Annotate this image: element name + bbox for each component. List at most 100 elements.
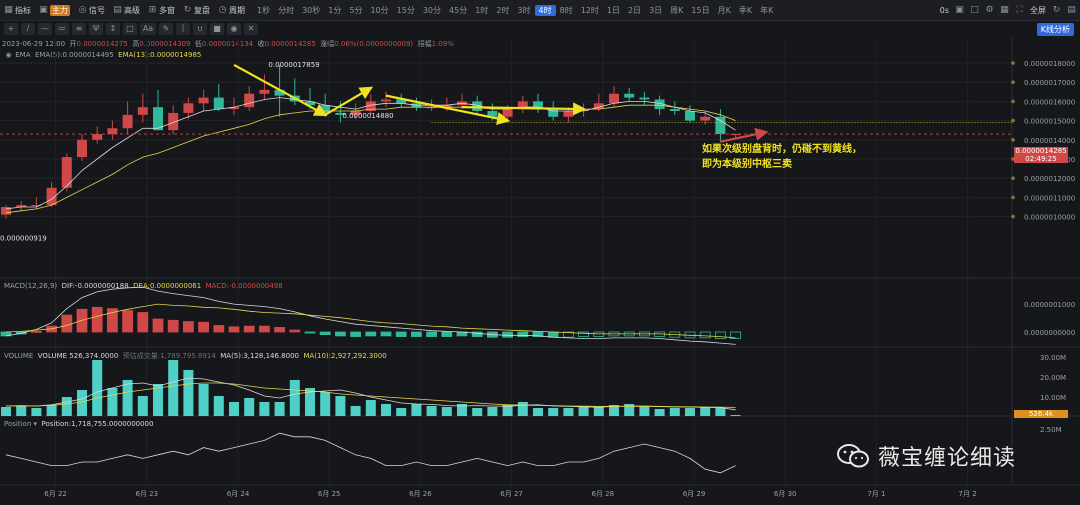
volume-bar bbox=[578, 407, 589, 416]
volume-bar bbox=[335, 396, 346, 416]
candle-body bbox=[381, 99, 391, 102]
volume-bar bbox=[669, 408, 680, 416]
macd-bar bbox=[274, 327, 286, 333]
macd-panel bbox=[0, 286, 741, 345]
macd-bar bbox=[137, 312, 149, 333]
volume-tick-label: 30.00M bbox=[1040, 354, 1066, 362]
position-label: Position bbox=[4, 420, 32, 428]
candle-body bbox=[122, 114, 133, 129]
macd-bar bbox=[502, 331, 514, 338]
price-tick-dot bbox=[1011, 195, 1015, 200]
price-tick-label: 0.0000017000 bbox=[1024, 79, 1075, 87]
macd-bar bbox=[61, 314, 73, 333]
volume-bar bbox=[517, 402, 528, 416]
volume-bar bbox=[411, 404, 422, 416]
volume-bar bbox=[472, 408, 483, 416]
macd-bar bbox=[30, 330, 42, 333]
candle-body bbox=[609, 93, 619, 104]
volume-bar bbox=[654, 409, 665, 416]
volume-panel bbox=[1, 360, 741, 416]
date-tick-label: 6月 22 bbox=[44, 490, 67, 498]
macd-bar bbox=[365, 331, 377, 337]
candle-body bbox=[77, 139, 87, 158]
volume-label: VOLUME bbox=[4, 352, 34, 360]
volume-bar bbox=[92, 360, 103, 416]
macd-legend: MACD(12,26,9) DIF:-0.0000000188 DEA:0.00… bbox=[4, 282, 283, 290]
price-tick-dot bbox=[1011, 118, 1015, 123]
macd-bar bbox=[350, 331, 362, 337]
volume-ma10: MA(10):2,927,292.3000 bbox=[303, 352, 387, 360]
volume-bar bbox=[320, 392, 331, 416]
volume-bar bbox=[639, 406, 650, 416]
axis-labels: 0.0000018000 0.0000017000 0.0000016000 0.00… bbox=[44, 60, 1075, 498]
position-panel bbox=[5, 432, 736, 474]
macd-tick-label: 0.0000000000 bbox=[1024, 329, 1075, 337]
volume-bar bbox=[274, 402, 285, 416]
note-line-1: 如果次级别盘背时，仍碰不到黄线， bbox=[702, 142, 862, 155]
volume-bar bbox=[350, 406, 361, 416]
wechat-logo-icon bbox=[837, 444, 869, 468]
volume-bar bbox=[198, 384, 209, 416]
date-tick-label: 7月 2 bbox=[959, 490, 977, 498]
volume-tick-label: 20.00M bbox=[1040, 374, 1066, 382]
macd-bar bbox=[258, 325, 270, 333]
candle-body bbox=[715, 116, 726, 135]
volume-bar bbox=[107, 388, 118, 416]
candle-body bbox=[624, 93, 635, 98]
position-tick-label: 2.50M bbox=[1040, 426, 1062, 434]
macd-tick-label: 0.0000001000 bbox=[1024, 301, 1075, 309]
watermark: 薇宝缠论细读 bbox=[836, 440, 1016, 472]
volume-bar bbox=[533, 408, 543, 416]
price-tick-dot bbox=[1011, 176, 1015, 180]
date-tick-label: 6月 24 bbox=[227, 490, 250, 498]
candle-body bbox=[685, 111, 695, 121]
candle-body bbox=[669, 109, 680, 111]
price-tick-dot bbox=[1011, 80, 1015, 84]
candle-body bbox=[502, 109, 513, 117]
macd-bar bbox=[198, 321, 210, 333]
chart-canvas[interactable]: 0.0000017859 0.0000014880 0.000000919 如果次级别… bbox=[0, 0, 1080, 505]
high-annotation: 0.0000017859 bbox=[268, 61, 319, 69]
date-tick-label: 6月 23 bbox=[136, 490, 159, 498]
position-line bbox=[5, 432, 736, 474]
volume-value: VOLUME 526,374.0000 bbox=[37, 352, 119, 360]
volume-ma5: MA(5):3,128,146.8000 bbox=[220, 352, 300, 360]
volume-bar bbox=[396, 408, 407, 416]
volume-bar bbox=[259, 402, 270, 416]
volume-bar bbox=[137, 396, 148, 416]
macd-value: MACD:-0.0000000498 bbox=[205, 282, 283, 290]
macd-bar bbox=[334, 331, 346, 337]
price-tick-label: 0.0000010000 bbox=[1024, 214, 1075, 222]
volume-bar bbox=[289, 380, 300, 416]
volume-bar bbox=[213, 396, 224, 416]
macd-bar bbox=[578, 331, 589, 337]
annotations: 0.0000017859 0.0000014880 0.000000919 如果次级别… bbox=[0, 61, 1012, 243]
volume-est: 预估成交量:1,789,795.8914 bbox=[122, 352, 216, 360]
volume-bar bbox=[168, 360, 179, 416]
volume-bar bbox=[77, 390, 87, 416]
macd-bar bbox=[699, 331, 711, 339]
price-tick-label: 0.0000012000 bbox=[1024, 175, 1075, 183]
mid-annotation: 0.0000014880 bbox=[342, 112, 393, 120]
watermark-text: 薇宝缠论细读 bbox=[878, 446, 1017, 471]
candle-body bbox=[213, 97, 224, 110]
date-tick-label: 6月 25 bbox=[318, 490, 341, 498]
macd-bar bbox=[715, 331, 726, 339]
macd-bar bbox=[213, 325, 225, 333]
macd-bar bbox=[289, 329, 301, 333]
volume-bar bbox=[61, 397, 72, 416]
price-tick-label: 0.0000014000 bbox=[1024, 137, 1075, 145]
macd-bar bbox=[441, 331, 453, 337]
volume-bar bbox=[593, 407, 604, 416]
note-line-2: 即为本级别中枢三卖 bbox=[702, 157, 792, 170]
macd-bar bbox=[91, 306, 103, 333]
candle-body bbox=[183, 103, 194, 113]
volume-bar bbox=[31, 408, 42, 416]
macd-bar bbox=[410, 331, 422, 337]
macd-bar bbox=[122, 310, 133, 333]
volume-bar bbox=[685, 408, 695, 416]
volume-bar bbox=[548, 408, 559, 416]
macd-bar bbox=[152, 318, 164, 333]
date-tick-label: 6月 26 bbox=[409, 490, 432, 498]
candle-body bbox=[92, 134, 103, 140]
